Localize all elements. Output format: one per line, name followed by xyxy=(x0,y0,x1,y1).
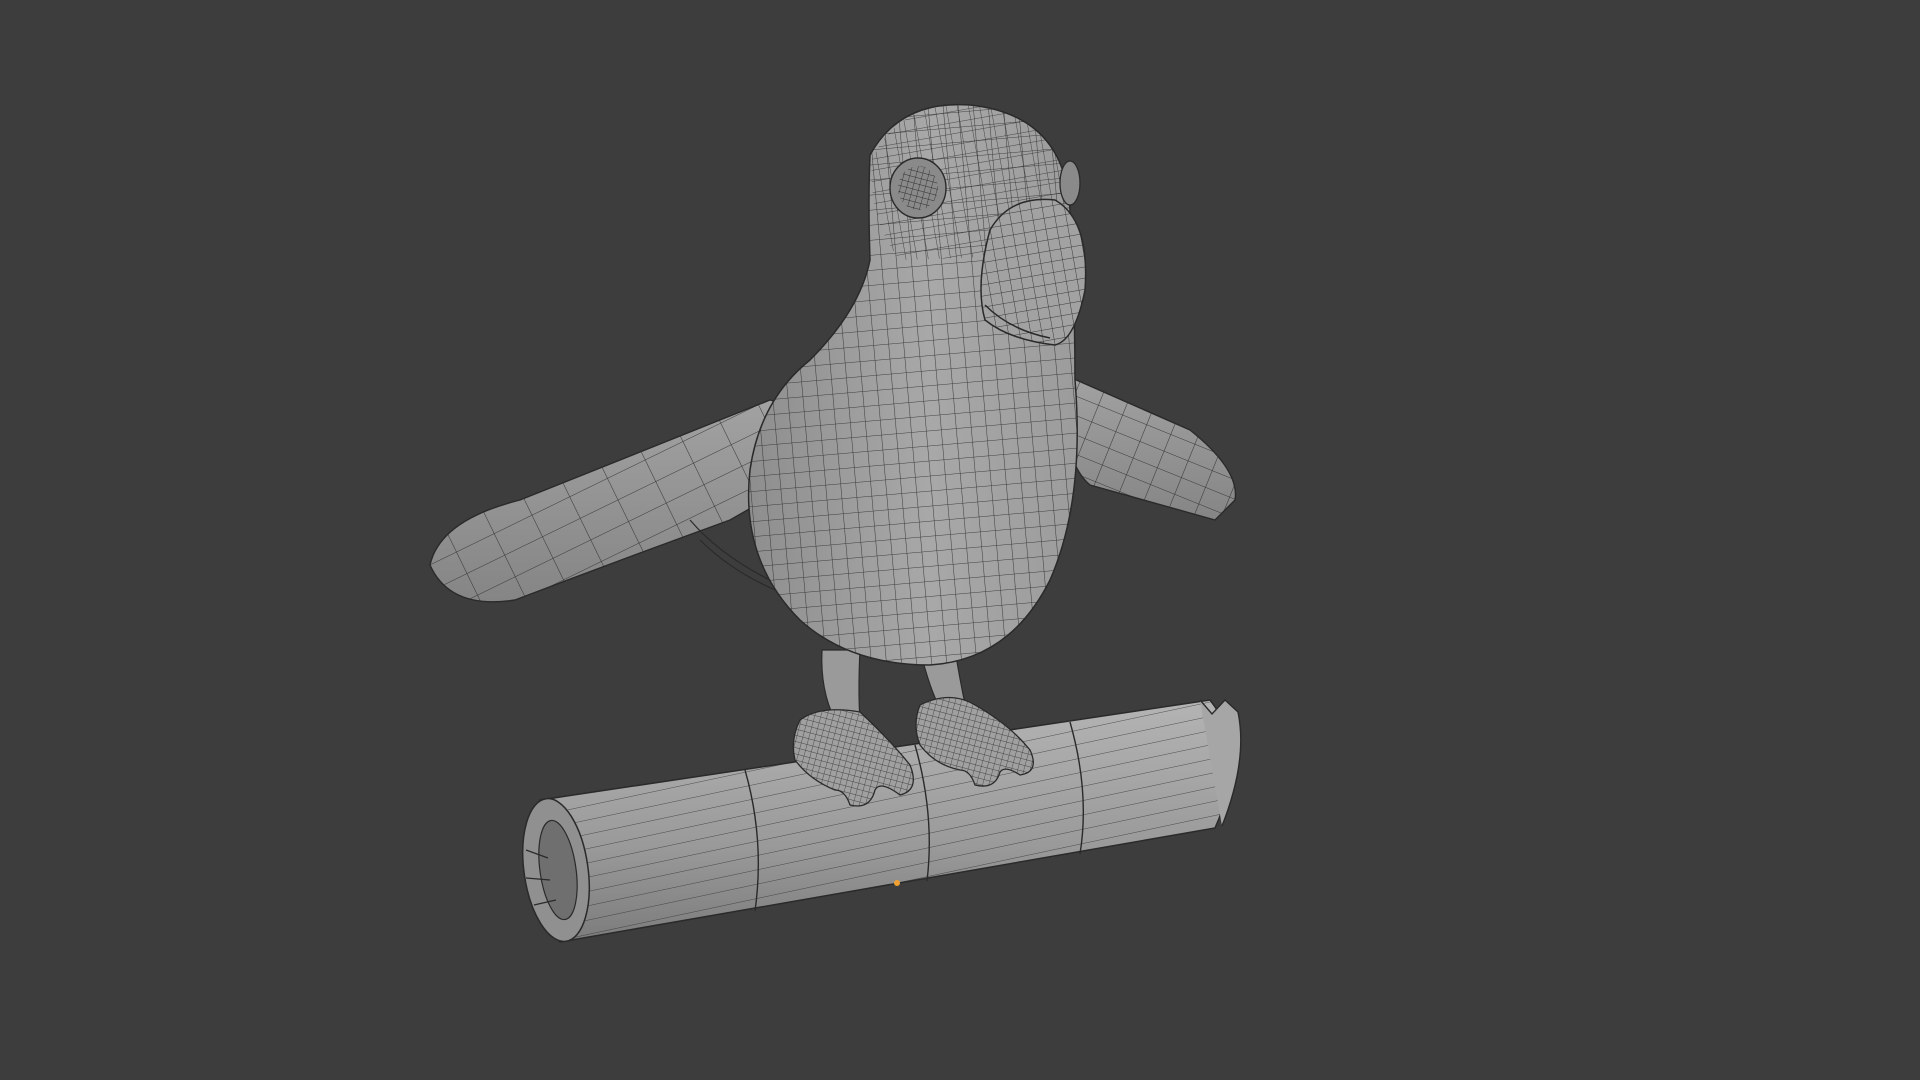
bird-beak xyxy=(980,198,1087,346)
wireframe-bird-model[interactable] xyxy=(0,0,1920,1080)
left-wing xyxy=(429,399,803,603)
right-wing xyxy=(1063,373,1237,521)
left-eye xyxy=(889,157,947,219)
origin-point xyxy=(894,880,900,886)
3d-viewport[interactable] xyxy=(0,0,1920,1080)
right-eye xyxy=(1059,160,1081,206)
